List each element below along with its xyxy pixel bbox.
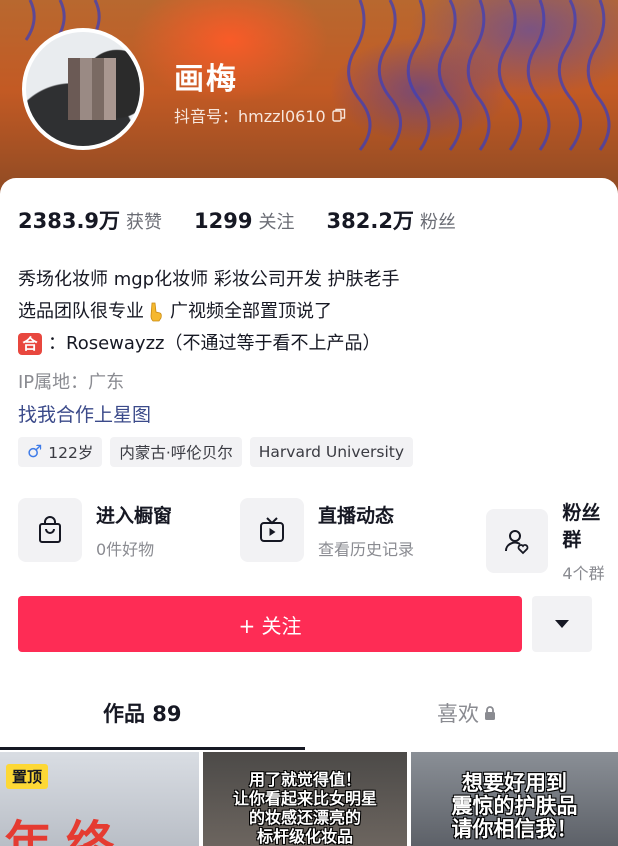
profile-name: 画梅 — [174, 62, 238, 97]
entry-icon-box — [486, 509, 549, 573]
stat-value: 2383.9万 — [18, 209, 121, 233]
tag-text: Harvard University — [258, 443, 405, 461]
lock-icon — [485, 706, 495, 720]
he-badge-icon: 合 — [18, 333, 42, 355]
bio-line: 秀场化妆师 mgp化妆师 彩妆公司开发 护肤老手 — [18, 269, 400, 290]
profile-card: 2383.9万 获赞 1299 关注 382.2万 粉丝 秀场化妆师 mgp化妆… — [0, 178, 618, 846]
stat-value: 382.2万 — [326, 209, 414, 233]
bio-line: 选品团队很专业 广视频全部置顶说了 — [18, 296, 608, 328]
video-grid: 置顶 年终 用了就觉得值！ 让你看起来比女明星 的妆感还漂亮的 标杆级化妆品 想… — [0, 752, 618, 846]
tag-text: 122岁 — [48, 444, 94, 462]
bio-line: 合 ：Rosewayzz（不通过等于看不上产品） — [18, 328, 608, 360]
bio-text: 广视频全部置顶说了 — [170, 301, 332, 322]
thumbnail-caption: 想要好用到 震惊的护肤品 请你相信我！ — [411, 772, 618, 841]
thumbnail-caption: 用了就觉得值！ 让你看起来比女明星 的妆感还漂亮的 标杆级化妆品 — [203, 770, 407, 846]
stat-label: 关注 — [258, 212, 295, 233]
entry-icon-box — [240, 498, 304, 562]
male-icon: ♂ — [27, 442, 43, 462]
entry-text: 直播动态 查看历史记录 — [318, 501, 414, 560]
follow-button[interactable]: + 关注 — [18, 596, 522, 652]
active-tab-indicator — [0, 747, 305, 750]
fans-group-icon — [505, 530, 529, 555]
profile-tags: ♂ 122岁 内蒙古·呼伦贝尔 Harvard University — [18, 437, 414, 467]
tag-location[interactable]: 内蒙古·呼伦贝尔 — [110, 437, 242, 467]
bio-text: ：Rosewayzz（不通过等于看不上产品） — [48, 333, 381, 354]
pinned-badge: 置顶 — [6, 764, 49, 789]
douyin-id[interactable]: 抖音号：hmzzl0610 — [174, 103, 346, 127]
shopping-bag-icon — [39, 516, 61, 543]
entry-live[interactable]: 直播动态 查看历史记录 — [240, 498, 414, 562]
tag-text: 内蒙古·呼伦贝尔 — [119, 444, 233, 462]
caption-line: 用了就觉得值！ — [248, 770, 361, 789]
entry-subtitle: 4个群 — [562, 564, 605, 583]
entry-subtitle: 0件好物 — [96, 539, 155, 559]
tag-school[interactable]: Harvard University — [249, 437, 414, 467]
stat-likes[interactable]: 2383.9万 获赞 — [18, 205, 162, 235]
stat-label: 粉丝 — [419, 212, 456, 233]
avatar-mosaic — [68, 58, 116, 120]
stat-label: 获赞 — [126, 212, 163, 233]
profile-tabs: 作品 89 喜欢 — [0, 698, 618, 750]
ip-location: IP属地：广东 — [18, 372, 125, 393]
thumbnail-title: 年终 — [4, 816, 129, 846]
avatar[interactable] — [22, 28, 144, 150]
bio: 秀场化妆师 mgp化妆师 彩妆公司开发 护肤老手 选品团队很专业 广视频全部置顶… — [18, 264, 608, 360]
caption-line: 想要好用到 — [462, 771, 567, 795]
entry-row: 进入橱窗 0件好物 直播动态 查看历史记录 粉丝群 4个群 — [18, 498, 618, 583]
caption-line: 震惊的护肤品 — [451, 794, 578, 818]
stat-followers[interactable]: 382.2万 粉丝 — [327, 205, 456, 235]
entry-fans-group[interactable]: 粉丝群 4个群 — [486, 498, 618, 584]
caption-line: 让你看起来比女明星 — [232, 789, 377, 808]
video-thumbnail[interactable]: 想要好用到 震惊的护肤品 请你相信我！ — [411, 752, 618, 846]
entry-title: 粉丝群 — [562, 502, 601, 551]
pointing-finger-icon — [150, 302, 162, 322]
stat-following[interactable]: 1299 关注 — [194, 208, 294, 234]
entry-subtitle: 查看历史记录 — [318, 539, 415, 559]
video-thumbnail[interactable]: 置顶 年终 — [0, 752, 199, 846]
video-thumbnail[interactable]: 用了就觉得值！ 让你看起来比女明星 的妆感还漂亮的 标杆级化妆品 — [203, 752, 407, 846]
caption-line: 的妆感还漂亮的 — [248, 808, 361, 827]
tab-likes[interactable]: 喜欢 — [437, 698, 497, 728]
caret-down-icon — [555, 620, 569, 628]
entry-showcase[interactable]: 进入橱窗 0件好物 — [18, 498, 172, 562]
live-tv-icon — [260, 517, 284, 542]
entry-title: 直播动态 — [318, 504, 395, 527]
entry-text: 粉丝群 4个群 — [562, 498, 618, 584]
tab-works[interactable]: 作品 89 — [103, 698, 182, 728]
entry-text: 进入橱窗 0件好物 — [96, 501, 172, 560]
bio-text: 选品团队很专业 — [18, 301, 144, 322]
douyin-id-text: 抖音号：hmzzl0610 — [174, 107, 326, 126]
tab-label: 喜欢 — [437, 702, 479, 726]
entry-icon-box — [18, 498, 82, 562]
caption-line: 请你相信我！ — [451, 817, 578, 841]
more-options-button[interactable] — [532, 596, 592, 652]
copy-icon[interactable] — [332, 108, 346, 122]
tag-age[interactable]: ♂ 122岁 — [18, 437, 103, 467]
entry-title: 进入橱窗 — [96, 504, 173, 527]
stats-row: 2383.9万 获赞 1299 关注 382.2万 粉丝 — [18, 205, 488, 235]
partner-link[interactable]: 找我合作上星图 — [18, 400, 151, 427]
stat-value: 1299 — [194, 209, 253, 233]
caption-line: 标杆级化妆品 — [256, 827, 353, 846]
